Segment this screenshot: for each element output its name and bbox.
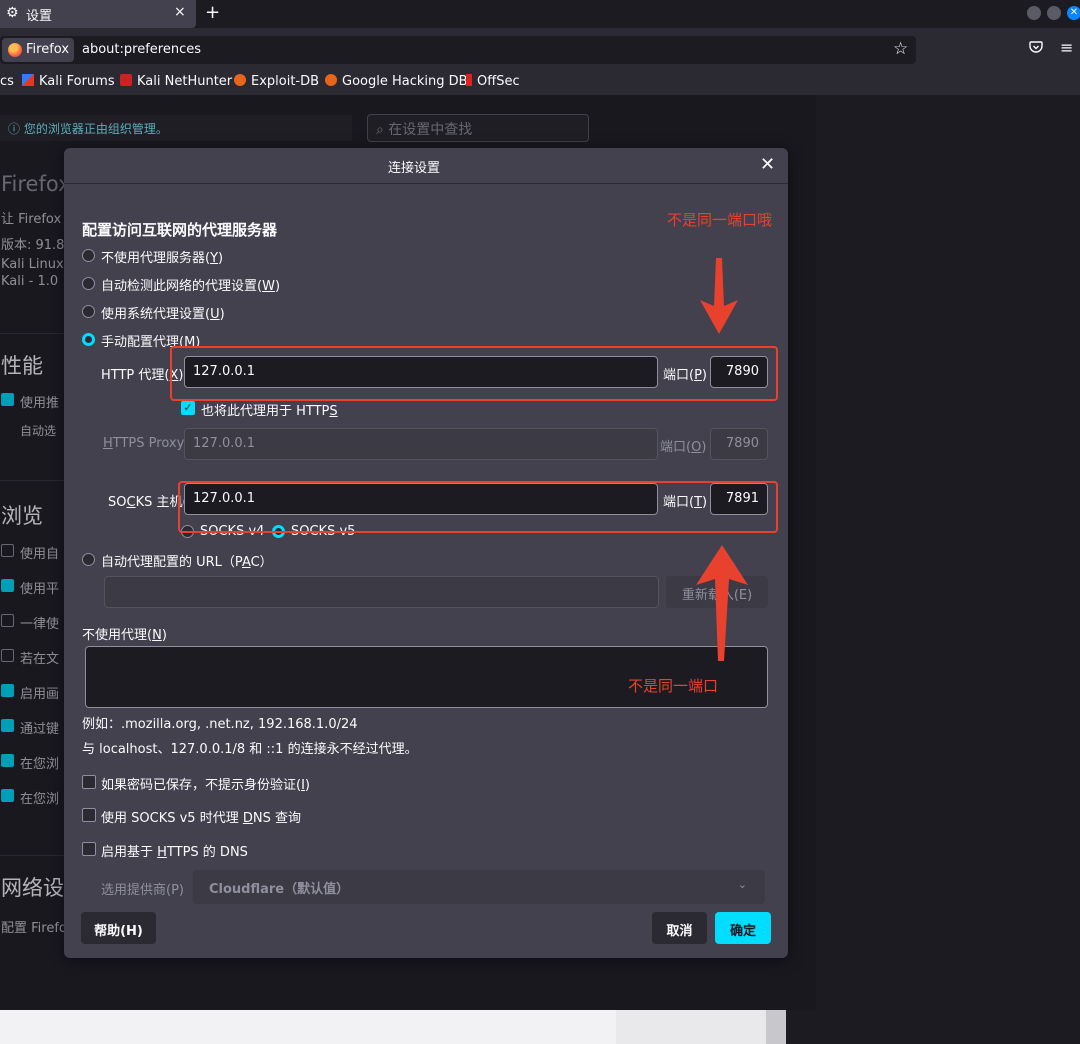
provider-label: 选用提供商(P) xyxy=(101,883,184,898)
kali-forums-icon xyxy=(22,74,34,86)
bookmark-item[interactable]: Kali Forums xyxy=(22,74,115,89)
hamburger-menu-icon[interactable]: ≡ xyxy=(1060,38,1073,57)
tab-close-button[interactable]: × xyxy=(174,4,186,20)
kali-nethunter-icon xyxy=(120,74,132,86)
radio-system-proxy[interactable] xyxy=(82,305,95,318)
https-dns-label: 启用基于 HTTPS 的 DNS xyxy=(101,845,248,860)
bookmarks-bar: cs Kali Forums Kali NetHunter Exploit-DB… xyxy=(0,70,1080,95)
cancel-button[interactable]: 取消 xyxy=(652,912,707,944)
identity-label: Firefox xyxy=(26,42,70,57)
https-proxy-label: HTTPS Proxy xyxy=(103,436,185,451)
help-button[interactable]: 帮助(H) xyxy=(81,912,156,944)
section-title: 配置访问互联网的代理服务器 xyxy=(82,221,278,239)
firefox-logo-icon xyxy=(8,43,22,57)
radio-manual-proxy[interactable] xyxy=(82,333,95,346)
radio-label: 不使用代理服务器(Y) xyxy=(101,251,224,266)
radio-no-proxy[interactable] xyxy=(82,249,95,262)
bookmark-item[interactable]: Google Hacking DB xyxy=(325,74,468,89)
annotation-box-socks xyxy=(178,481,778,533)
no-auth-prompt-label: 如果密码已保存，不提示身份验证(I) xyxy=(101,778,310,793)
use-for-https-label: 也将此代理用于 HTTPS xyxy=(201,404,338,419)
annotation-arrow-up xyxy=(696,545,748,661)
exploit-db-icon xyxy=(234,74,246,86)
bookmark-item[interactable]: Exploit-DB xyxy=(234,74,319,89)
https-port-label: 端口(O) xyxy=(660,440,707,455)
no-proxy-label: 不使用代理(N) xyxy=(82,628,167,643)
https-proxy-input[interactable]: 127.0.0.1 xyxy=(184,428,658,460)
gear-icon: ⚙ xyxy=(6,5,19,21)
localhost-note: 与 localhost、127.0.0.1/8 和 ::1 的连接永不经过代理。 xyxy=(82,742,418,757)
bookmark-item[interactable]: cs xyxy=(0,74,14,89)
annotation-arrow-down xyxy=(700,258,738,334)
dialog-header: 连接设置 ✕ xyxy=(64,148,788,184)
socks-host-label: SOCKS 主机( xyxy=(108,495,188,510)
new-tab-button[interactable]: + xyxy=(205,2,220,23)
no-auth-prompt-checkbox[interactable] xyxy=(82,775,96,789)
connection-settings-dialog: 连接设置 ✕ 配置访问互联网的代理服务器 不使用代理服务器(Y) 自动检测此网络… xyxy=(64,148,788,958)
use-for-https-checkbox[interactable]: ✓ xyxy=(181,401,195,415)
no-proxy-example: 例如：.mozilla.org, .net.nz, 192.168.1.0/24 xyxy=(82,717,358,732)
minimize-button[interactable] xyxy=(1027,6,1041,20)
radio-auto-detect[interactable] xyxy=(82,277,95,290)
tab-strip: ⚙ 设置 × + ✕ xyxy=(0,0,1080,28)
offsec-icon xyxy=(466,74,472,86)
ghdb-icon xyxy=(325,74,337,86)
pac-url-input[interactable] xyxy=(104,576,659,608)
annotation-text-bottom: 不是同一端口 xyxy=(628,677,719,695)
background-thumbnail xyxy=(616,1010,766,1044)
https-dns-checkbox[interactable] xyxy=(82,842,96,856)
provider-select[interactable]: Cloudflare（默认值） ⌄ xyxy=(193,870,765,904)
https-port-input[interactable]: 7890 xyxy=(710,428,768,460)
dialog-close-button[interactable]: ✕ xyxy=(760,154,775,175)
socks-dns-label: 使用 SOCKS v5 时代理 DNS 查询 xyxy=(101,811,301,826)
chevron-down-icon: ⌄ xyxy=(737,878,747,891)
socks-dns-checkbox[interactable] xyxy=(82,808,96,822)
background-scrollbar xyxy=(766,1010,786,1044)
bookmark-item[interactable]: OffSec xyxy=(466,74,520,89)
url-text[interactable]: about:preferences xyxy=(82,42,201,57)
identity-box[interactable]: Firefox xyxy=(2,38,74,62)
radio-label: 使用系统代理设置(U) xyxy=(101,307,225,322)
nav-bar: Firefox about:preferences ☆ ≡ xyxy=(0,28,1080,70)
background-window xyxy=(0,1010,616,1044)
tab-title: 设置 xyxy=(26,9,53,24)
bookmark-star-icon[interactable]: ☆ xyxy=(893,39,908,59)
bottom-strip xyxy=(0,1010,1080,1044)
url-bar[interactable]: Firefox about:preferences ☆ xyxy=(0,36,916,64)
annotation-text-top: 不是同一端口哦 xyxy=(667,211,773,229)
radio-label: 自动检测此网络的代理设置(W) xyxy=(101,279,281,294)
pac-label: 自动代理配置的 URL（PAC） xyxy=(101,555,273,570)
pocket-icon[interactable] xyxy=(1029,40,1043,58)
ok-button[interactable]: 确定 xyxy=(715,912,771,944)
dialog-title: 连接设置 xyxy=(387,161,440,176)
right-pane xyxy=(816,95,1080,1010)
bookmark-item[interactable]: Kali NetHunter xyxy=(120,74,232,89)
maximize-button[interactable] xyxy=(1047,6,1061,20)
radio-pac-url[interactable] xyxy=(82,553,95,566)
annotation-box-http xyxy=(170,346,778,401)
window-close-button[interactable]: ✕ xyxy=(1067,6,1080,20)
tab-settings[interactable]: ⚙ 设置 × xyxy=(0,0,196,28)
